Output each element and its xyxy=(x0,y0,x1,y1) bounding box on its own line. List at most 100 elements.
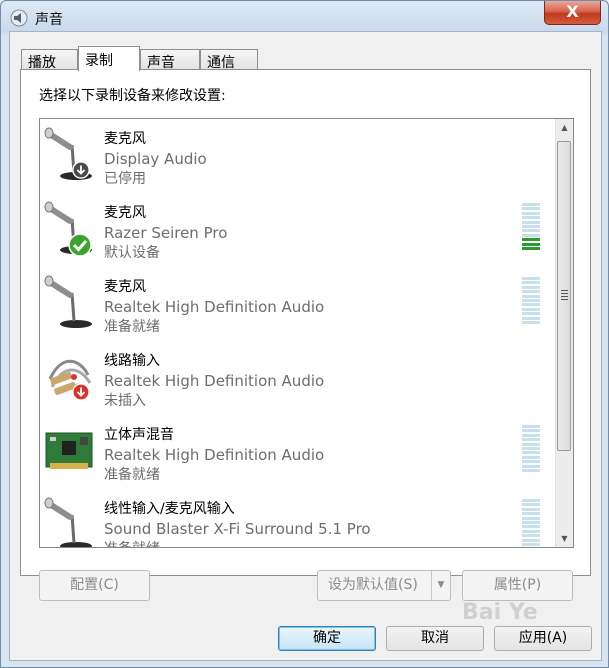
device-list-item[interactable]: 麦克风 Razer Seiren Pro 默认设备 xyxy=(40,193,552,267)
device-name: 麦克风 xyxy=(104,205,146,221)
meter-segment xyxy=(522,451,540,455)
apply-button[interactable]: 应用(A) xyxy=(494,626,592,651)
unplugged-badge-icon xyxy=(72,383,90,405)
button-label: 取消 xyxy=(421,630,449,646)
window-title: 声音 xyxy=(35,12,63,28)
level-meter xyxy=(522,277,540,329)
sound-card-icon xyxy=(44,423,96,479)
tab-recording[interactable]: 录制 xyxy=(78,46,140,71)
sound-dialog: 声音 X 播放 录制 声音 通信 选择以下录制设备来修改设置: 麦克风 Displ… xyxy=(0,0,609,668)
meter-segment xyxy=(522,238,540,242)
instruction-text: 选择以下录制设备来修改设置: xyxy=(39,88,226,104)
meter-segment xyxy=(522,460,540,464)
properties-button[interactable]: 属性(P) xyxy=(462,570,573,601)
tab-playback[interactable]: 播放 xyxy=(21,49,78,71)
device-list-item[interactable]: 线路输入 Realtek High Definition Audio 未插入 xyxy=(40,341,552,415)
set-default-split-button[interactable]: 设为默认值(S) ▼ xyxy=(317,570,451,601)
meter-segment xyxy=(522,281,540,285)
meter-segment xyxy=(522,307,540,311)
button-label: 设为默认值(S) xyxy=(328,577,418,593)
device-text: 立体声混音 Realtek High Definition Audio 准备就绪 xyxy=(104,425,324,485)
meter-segment xyxy=(522,464,540,468)
device-name: 线路输入 xyxy=(104,353,160,369)
meter-segment xyxy=(522,512,540,516)
scrollbar-thumb[interactable] xyxy=(557,141,571,451)
tab-communications[interactable]: 通信 xyxy=(200,49,258,71)
device-status: 未插入 xyxy=(104,393,146,409)
ok-button[interactable]: 确定 xyxy=(278,626,376,651)
meter-segment xyxy=(522,429,540,433)
device-name: 麦克风 xyxy=(104,131,146,147)
device-list-item[interactable]: 麦克风 Realtek High Definition Audio 准备就绪 xyxy=(40,267,552,341)
meter-segment xyxy=(522,520,540,524)
recording-device-list[interactable]: 麦克风 Display Audio 已停用 麦克风 Razer Seiren Pro 默认… xyxy=(39,118,574,548)
device-list-item[interactable]: 麦克风 Display Audio 已停用 xyxy=(40,119,552,193)
close-button[interactable]: X xyxy=(544,1,601,25)
device-description: Sound Blaster X-Fi Surround 5.1 Pro xyxy=(104,520,371,538)
device-description: Razer Seiren Pro xyxy=(104,224,228,242)
device-description: Display Audio xyxy=(104,150,207,168)
meter-segment xyxy=(522,503,540,507)
scroll-up-icon[interactable]: ▲ xyxy=(556,119,573,136)
tab-label: 录制 xyxy=(85,53,113,69)
meter-segment xyxy=(522,538,540,542)
level-meter xyxy=(522,499,540,547)
meter-segment xyxy=(522,229,540,233)
device-list-item[interactable]: 线性输入/麦克风输入 Sound Blaster X-Fi Surround 5.… xyxy=(40,489,552,547)
button-label: 配置(C) xyxy=(70,577,119,593)
meter-segment xyxy=(522,438,540,442)
default-checkmark-badge-icon xyxy=(68,233,92,261)
device-text: 麦克风 Razer Seiren Pro 默认设备 xyxy=(104,203,227,263)
meter-segment xyxy=(522,442,540,446)
microphone-icon xyxy=(44,201,96,257)
meter-segment xyxy=(522,542,540,546)
device-text: 麦克风 Realtek High Definition Audio 准备就绪 xyxy=(104,277,324,337)
meter-segment xyxy=(522,529,540,533)
title-bar[interactable]: 声音 X xyxy=(1,1,608,35)
device-name: 立体声混音 xyxy=(104,427,174,443)
meter-segment xyxy=(522,220,540,224)
device-name: 麦克风 xyxy=(104,279,146,295)
device-description: Realtek High Definition Audio xyxy=(104,298,325,316)
device-description: Realtek High Definition Audio xyxy=(104,372,325,390)
device-status: 默认设备 xyxy=(104,245,160,261)
meter-segment xyxy=(522,290,540,294)
vertical-scrollbar[interactable]: ▲ ▼ xyxy=(555,119,573,547)
close-icon: X xyxy=(566,2,579,21)
meter-segment xyxy=(522,455,540,459)
scroll-down-icon[interactable]: ▼ xyxy=(556,530,573,547)
level-meter xyxy=(522,425,540,477)
device-text: 线性输入/麦克风输入 Sound Blaster X-Fi Surround 5.… xyxy=(104,499,371,547)
recording-tab-panel: 选择以下录制设备来修改设置: 麦克风 Display Audio 已停用 麦克风 Raz… xyxy=(20,69,591,576)
microphone-icon xyxy=(44,275,96,331)
tab-sounds[interactable]: 声音 xyxy=(140,49,200,71)
meter-segment xyxy=(522,433,540,437)
watermark-logo: Bai Ye xyxy=(462,600,538,625)
device-text: 线路输入 Realtek High Definition Audio 未插入 xyxy=(104,351,324,411)
dialog-client-area: 播放 录制 声音 通信 选择以下录制设备来修改设置: 麦克风 Display Au… xyxy=(9,31,602,661)
button-label: 应用(A) xyxy=(518,630,568,646)
meter-segment xyxy=(522,224,540,228)
device-status: 准备就绪 xyxy=(104,319,160,335)
cancel-button[interactable]: 取消 xyxy=(386,626,484,651)
button-label: 属性(P) xyxy=(493,577,542,593)
meter-segment xyxy=(522,216,540,220)
meter-segment xyxy=(522,507,540,511)
meter-segment xyxy=(522,203,540,206)
meter-segment xyxy=(522,211,540,215)
device-list-item[interactable]: 立体声混音 Realtek High Definition Audio 准备就绪 xyxy=(40,415,552,489)
microphone-icon xyxy=(44,497,96,547)
meter-segment xyxy=(522,303,540,307)
meter-segment xyxy=(522,320,540,324)
meter-segment xyxy=(522,207,540,211)
configure-button[interactable]: 配置(C) xyxy=(39,570,150,601)
meter-segment xyxy=(522,233,540,237)
meter-segment xyxy=(522,534,540,538)
device-text: 麦克风 Display Audio 已停用 xyxy=(104,129,207,189)
device-status: 准备就绪 xyxy=(104,467,160,483)
microphone-icon xyxy=(44,127,96,183)
speaker-icon xyxy=(10,9,28,27)
dropdown-arrow-icon[interactable]: ▼ xyxy=(431,571,450,600)
disabled-badge-icon xyxy=(72,161,90,183)
device-status: 已停用 xyxy=(104,171,146,187)
